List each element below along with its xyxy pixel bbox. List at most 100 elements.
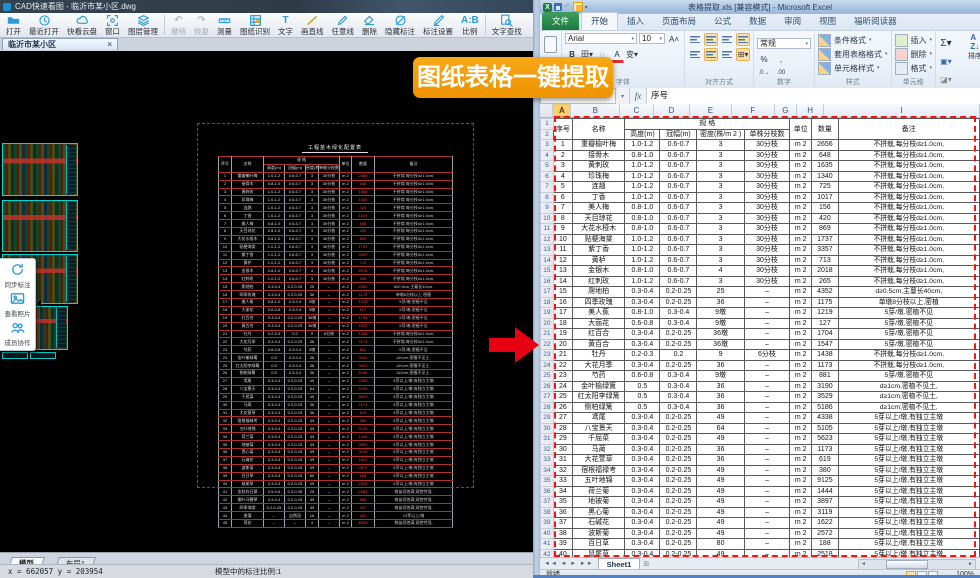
cell[interactable]: 0.6-0.7	[660, 161, 697, 172]
cell[interactable]: 0.3-0.4	[660, 308, 697, 319]
cell[interactable]: 3	[697, 161, 744, 172]
cell[interactable]: 5芽以上/墩,有独立主墩	[838, 528, 980, 539]
sort-filter-button[interactable]: AZ↓ 排序	[967, 33, 980, 88]
cell[interactable]: 0.3-0.4	[660, 381, 697, 392]
toolbar-free-line[interactable]: 任意线	[328, 13, 359, 37]
cell[interactable]: 0.2-0.25	[660, 539, 697, 550]
cell[interactable]: 0.6-0.7	[660, 245, 697, 256]
toolbar-text-find[interactable]: 文字查找	[488, 13, 526, 37]
cell[interactable]: 1340	[812, 171, 838, 182]
toolbar-layer-manage[interactable]: 图层管理	[124, 13, 162, 37]
cell[interactable]: –	[744, 308, 789, 319]
row-header[interactable]: 26	[541, 381, 554, 392]
cell[interactable]: 1.0-1.2	[625, 192, 660, 203]
row-header[interactable]: 6	[541, 171, 554, 182]
cell[interactable]: 红太阳李绿篱	[572, 392, 624, 403]
row-header[interactable]: 15	[541, 266, 554, 277]
row-header[interactable]: 41	[541, 539, 554, 550]
cell-styles-button[interactable]: 单元格样式▾	[818, 61, 888, 75]
cell[interactable]: 3	[697, 192, 744, 203]
cell[interactable]: –	[744, 329, 789, 340]
cell[interactable]: 2572	[812, 528, 838, 539]
cell[interactable]: 0.2-0.25	[660, 444, 697, 455]
cell[interactable]: 1635	[812, 161, 838, 172]
header-cell[interactable]: 单株分枝数	[319, 164, 340, 172]
cell[interactable]: 28	[553, 423, 572, 434]
cell[interactable]: 不拼栽,每分枝d≥1.0cm,	[838, 161, 980, 172]
cell[interactable]: 0.2-0.25	[660, 287, 697, 298]
cell[interactable]: 宿根福禄考	[572, 465, 624, 476]
cell[interactable]: 0.3-0.4	[625, 444, 660, 455]
cell[interactable]: 1704	[812, 329, 838, 340]
header-cell[interactable]: 备注	[838, 119, 980, 140]
cell[interactable]: 4	[697, 266, 744, 277]
row-header[interactable]: 23	[541, 350, 554, 361]
cell[interactable]: 0.2-0.25	[660, 329, 697, 340]
cell[interactable]: 石碱花	[572, 518, 624, 529]
cell[interactable]: m 2	[790, 318, 812, 329]
cell[interactable]: 5芽/墩,密植不见	[838, 339, 980, 350]
cell[interactable]: m 2	[790, 465, 812, 476]
cell[interactable]: 3190	[812, 381, 838, 392]
insert-worksheet-icon[interactable]: ⊞	[640, 560, 652, 568]
cell[interactable]: 40	[553, 549, 572, 557]
align-left-icon[interactable]	[688, 48, 702, 61]
insert-cells-button[interactable]: 插入▾	[895, 33, 933, 47]
cad-canvas[interactable]: 同步标注查看照片成员协作 工程苗木绿化配置表 序号名称规 格单位数量备注高度(m…	[0, 51, 533, 552]
cell[interactable]: 0.6-0.7	[660, 276, 697, 287]
cell[interactable]: 3	[697, 203, 744, 214]
row-header[interactable]: 33	[541, 455, 554, 466]
cell[interactable]: 36	[697, 402, 744, 413]
cell[interactable]: 3	[697, 213, 744, 224]
cell[interactable]: 0.3-0.4	[625, 297, 660, 308]
cell[interactable]: 1.0-1.2	[625, 255, 660, 266]
cell[interactable]: 鼠尾草	[572, 549, 624, 557]
cell[interactable]: 0.5	[625, 392, 660, 403]
header-cell[interactable]: 规 格	[264, 157, 340, 165]
cell[interactable]: 四季玫瑰	[572, 297, 624, 308]
cell[interactable]: m 2	[790, 245, 812, 256]
row-header[interactable]: 29	[541, 413, 554, 424]
cell[interactable]: –	[744, 287, 789, 298]
cell[interactable]: 5芽/墩,密植不见	[838, 318, 980, 329]
toolbar-recent-open[interactable]: 最近打开	[25, 13, 63, 37]
cell[interactable]: 0.6-0.7	[660, 171, 697, 182]
cell[interactable]: 不拼栽,每分枝d≥1.0cm,	[838, 182, 980, 193]
cell[interactable]: 0.2-0.25	[660, 528, 697, 539]
cell[interactable]: 49	[697, 528, 744, 539]
cell[interactable]: 荷兰菊	[572, 486, 624, 497]
cell[interactable]: 30分枝	[744, 161, 789, 172]
cell[interactable]: 5芽以上/墩,有独立主墩	[838, 444, 980, 455]
cell[interactable]: 20	[553, 339, 572, 350]
cell[interactable]: 13	[553, 266, 572, 277]
header-cell[interactable]: 规 格	[625, 119, 790, 130]
scrollbar-thumb[interactable]	[886, 560, 928, 569]
fill-button[interactable]: ▣▾	[939, 55, 953, 68]
cell[interactable]: 1547	[812, 339, 838, 350]
toolbar-delete[interactable]: 删除	[358, 13, 381, 37]
cell[interactable]: d≥0.5cm,主蔓长40cm,	[838, 287, 980, 298]
cell[interactable]: 大花月季	[572, 360, 624, 371]
cell[interactable]: 0.3-0.4	[625, 434, 660, 445]
cell[interactable]: 9墩	[697, 308, 744, 319]
cell[interactable]: 3	[697, 234, 744, 245]
cell[interactable]: 百日草	[572, 539, 624, 550]
formula-content[interactable]: 序号	[647, 88, 980, 104]
row-header[interactable]: 11	[541, 224, 554, 235]
cell[interactable]: –	[744, 423, 789, 434]
cell[interactable]: m 2	[790, 287, 812, 298]
toolbar-cloud-disk[interactable]: 快看云盘	[63, 13, 101, 37]
cell[interactable]: 0.5	[625, 381, 660, 392]
header-cell[interactable]: 单株分枝数	[744, 129, 789, 140]
cell[interactable]: –	[744, 339, 789, 350]
cell[interactable]: 49	[697, 476, 744, 487]
cell[interactable]: 不拼栽,每分枝d≥1.0cm,	[838, 276, 980, 287]
cell[interactable]: m 2	[790, 371, 812, 382]
cell[interactable]: 5芽/墩,密植不见	[838, 371, 980, 382]
cell[interactable]: 34	[553, 486, 572, 497]
cell[interactable]: m 2	[790, 182, 812, 193]
cell[interactable]: 26	[553, 402, 572, 413]
cell[interactable]: 10	[553, 234, 572, 245]
cell[interactable]: 5	[553, 182, 572, 193]
cell[interactable]: 大花萱草	[572, 455, 624, 466]
